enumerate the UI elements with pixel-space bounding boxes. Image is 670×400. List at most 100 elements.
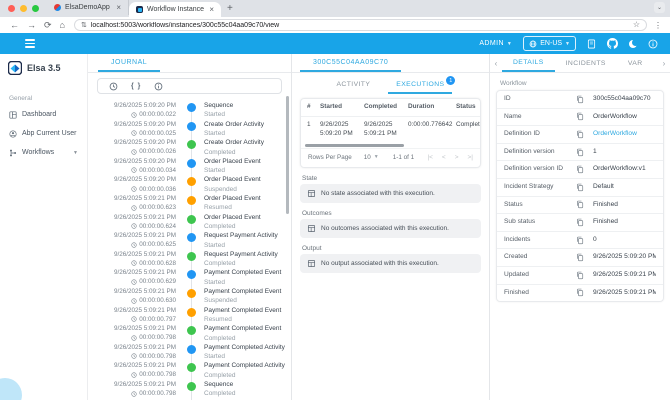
journal-entry[interactable]: 9/26/2025 5:09:20 PM 00:00:00.022 Sequen… (88, 101, 291, 120)
back-icon[interactable]: ← (6, 21, 23, 30)
timeline-dot (187, 308, 196, 317)
new-tab-button[interactable]: + (221, 3, 241, 17)
timeline-dot (187, 289, 196, 298)
details-toggle-icon[interactable] (154, 82, 163, 91)
tab-close-icon[interactable]: × (116, 4, 121, 12)
copy-icon[interactable] (576, 183, 584, 192)
journal-entry[interactable]: 9/26/2025 5:09:21 PM 00:00:00.625 Reques… (88, 231, 291, 250)
journal-entry[interactable]: 9/26/2025 5:09:21 PM 00:00:00.798 Paymen… (88, 343, 291, 362)
tabs-scroll-left-icon[interactable]: ‹ (490, 54, 502, 72)
copy-icon[interactable] (576, 130, 584, 139)
property-value: 9/26/2025 5:09:21 PM (593, 271, 656, 280)
hamburger-menu-icon[interactable] (25, 39, 35, 47)
copy-icon[interactable] (576, 288, 584, 297)
bookmark-star-icon[interactable]: ☆ (633, 21, 640, 29)
copy-icon[interactable] (576, 218, 584, 227)
github-icon[interactable] (607, 38, 618, 49)
journal-entry[interactable]: 9/26/2025 5:09:21 PM 00:00:00.630 Paymen… (88, 287, 291, 306)
journal-entry[interactable]: 9/26/2025 5:09:20 PM 00:00:00.036 Order … (88, 175, 291, 194)
timestamp-toggle-icon[interactable] (109, 82, 118, 91)
execution-row[interactable]: 1 9/26/2025 5:09:20 PM 9/26/2025 5:09:21… (301, 117, 480, 143)
window-controls[interactable] (0, 5, 47, 17)
journal-entry-activity: Order Placed Event (204, 175, 261, 184)
copy-icon[interactable] (576, 95, 584, 104)
close-window-button[interactable] (8, 5, 15, 12)
browser-tab-elsademoapp[interactable]: ElsaDemoApp × (47, 0, 129, 15)
table-horizontal-scrollbar[interactable] (305, 144, 476, 147)
tab-executions[interactable]: EXECUTIONS 1 (388, 75, 452, 94)
journal-entry-time: 9/26/2025 5:09:20 PM 00:00:00.034 (88, 157, 176, 176)
minimize-window-button[interactable] (20, 5, 27, 12)
journal-entry[interactable]: 9/26/2025 5:09:21 PM 00:00:00.629 Paymen… (88, 268, 291, 287)
maximize-window-button[interactable] (32, 5, 39, 12)
property-label: Definition version ID (504, 165, 576, 174)
journal-entry-status: Completed (204, 371, 285, 380)
journal-entry[interactable]: 9/26/2025 5:09:20 PM 00:00:00.034 Order … (88, 157, 291, 176)
journal-entry-time: 9/26/2025 5:09:21 PM 00:00:00.798 (88, 324, 176, 343)
rows-per-page-select[interactable]: 10 ▼ (364, 154, 379, 161)
journal-entry[interactable]: 9/26/2025 5:09:21 PM 00:00:00.798 Paymen… (88, 324, 291, 343)
tab-variables[interactable]: VAR (617, 54, 643, 72)
address-bar[interactable]: ⇅ localhost:5003/workflows/instances/300… (74, 19, 647, 31)
tab-journal[interactable]: JOURNAL (98, 54, 160, 72)
tab-details[interactable]: DETAILS (502, 54, 555, 72)
journal-entry[interactable]: 9/26/2025 5:09:21 PM 00:00:00.797 Paymen… (88, 306, 291, 325)
tabs-scroll-right-icon[interactable]: › (658, 54, 670, 72)
copy-icon[interactable] (576, 236, 584, 245)
info-icon[interactable] (648, 39, 658, 49)
copy-icon[interactable] (576, 253, 584, 262)
language-selector[interactable]: EN-US ▼ (523, 36, 576, 51)
copy-icon[interactable] (576, 112, 584, 121)
reload-icon[interactable]: ⟳ (40, 21, 56, 30)
dark-mode-icon[interactable] (629, 40, 637, 48)
journal-entry-activity: Payment Completed Event (204, 268, 281, 277)
journal-scrollbar[interactable] (286, 96, 289, 214)
property-value: OrderWorkflow (593, 113, 656, 122)
sidebar-item-abp-current-user[interactable]: Abp Current User (0, 124, 87, 143)
copy-icon[interactable] (576, 148, 584, 157)
home-icon[interactable]: ⌂ (56, 21, 69, 30)
journal-entry-info: Payment Completed Event Resumed (204, 306, 281, 325)
forward-icon[interactable]: → (23, 21, 40, 30)
tab-incidents[interactable]: INCIDENTS (555, 54, 617, 72)
section-empty-message: No state associated with this execution. (300, 184, 481, 203)
copy-icon[interactable] (576, 271, 584, 280)
timeline-dot (187, 233, 196, 242)
next-page-icon[interactable]: > (455, 154, 459, 161)
browser-menu-icon[interactable]: ⋮ (652, 21, 664, 30)
empty-table-icon (307, 259, 316, 268)
journal-tabs: JOURNAL (88, 54, 291, 73)
sidebar-item-workflows[interactable]: Workflows ▼ (0, 143, 87, 162)
tab-close-icon[interactable]: × (209, 6, 214, 14)
browser-tab-workflow-instance[interactable]: Workflow Instance × (129, 2, 221, 17)
journal-entry[interactable]: 9/26/2025 5:09:21 PM 00:00:00.623 Order … (88, 194, 291, 213)
tab-activity[interactable]: ACTIVITY (329, 75, 379, 94)
docs-icon[interactable] (587, 39, 596, 49)
url-text[interactable]: localhost:5003/workflows/instances/300c5… (91, 22, 629, 29)
journal-entry-status: Started (204, 166, 261, 175)
journal-entry[interactable]: 9/26/2025 5:09:20 PM 00:00:00.026 Create… (88, 138, 291, 157)
journal-entry-info: Payment Completed Activity Started (204, 343, 285, 362)
tab-instance-id[interactable]: 300C55C04AA09C70 (300, 54, 401, 72)
journal-entry[interactable]: 9/26/2025 5:09:21 PM 00:00:00.798 Paymen… (88, 361, 291, 380)
user-menu[interactable]: ADMIN ▼ (479, 40, 512, 47)
journal-entry-info: Order Placed Event Suspended (204, 175, 261, 194)
prev-page-icon[interactable]: < (442, 154, 446, 161)
journal-entry-info: Payment Completed Event Started (204, 268, 281, 287)
journal-entry-status: Started (204, 129, 264, 138)
sidebar-item-dashboard[interactable]: Dashboard (0, 105, 87, 124)
journal-entry[interactable]: 9/26/2025 5:09:20 PM 00:00:00.025 Create… (88, 120, 291, 139)
journal-entry[interactable]: 9/26/2025 5:09:21 PM 00:00:00.798 Sequen… (88, 380, 291, 399)
copy-icon[interactable] (576, 165, 584, 174)
json-toggle-icon[interactable]: { } (131, 83, 141, 90)
copy-icon[interactable] (576, 200, 584, 209)
clock-icon (131, 242, 137, 248)
clock-icon (131, 130, 137, 136)
browser-tab-label: Workflow Instance (147, 6, 204, 13)
tab-search-chevron-icon[interactable]: ⌄ (654, 2, 665, 13)
site-settings-icon[interactable]: ⇅ (81, 22, 87, 29)
journal-entry[interactable]: 9/26/2025 5:09:21 PM 00:00:00.624 Order … (88, 213, 291, 232)
first-page-icon[interactable]: |< (427, 154, 432, 161)
last-page-icon[interactable]: >| (468, 154, 473, 161)
journal-entry[interactable]: 9/26/2025 5:09:21 PM 00:00:00.628 Reques… (88, 250, 291, 269)
